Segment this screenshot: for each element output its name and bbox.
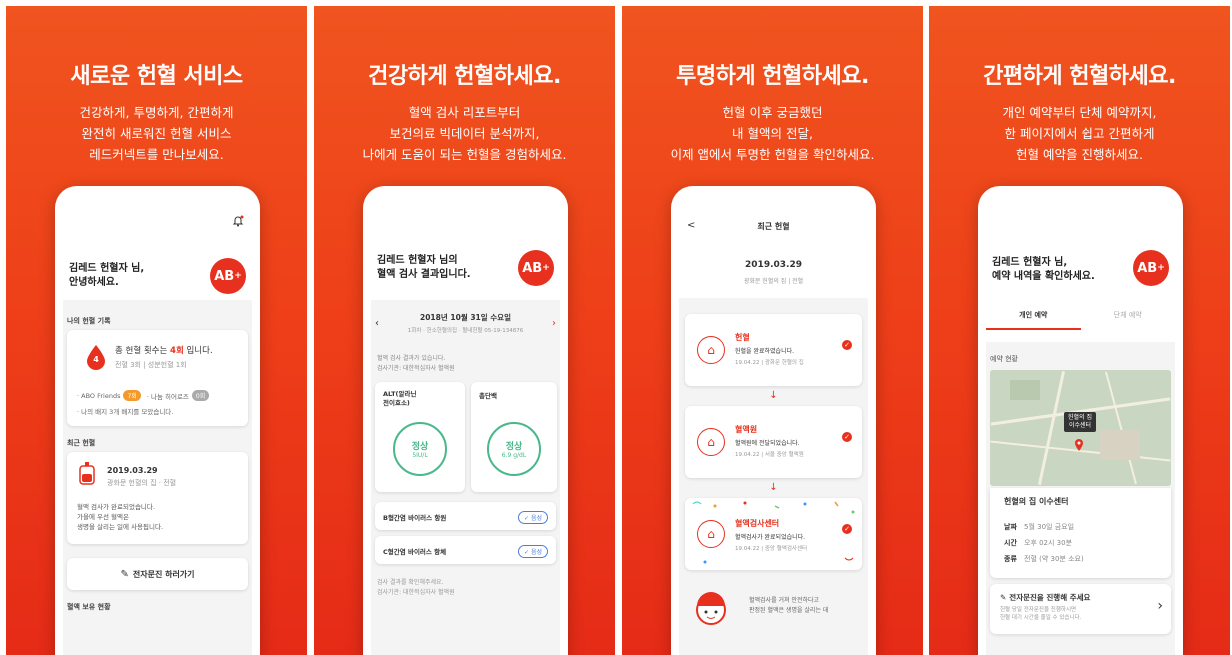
alt-result-ring: 정상 5IU/L <box>393 422 447 476</box>
greeting: 김레드 헌혈자 님의 혈액 검사 결과입니다. <box>377 255 471 280</box>
check-icon: ✓ <box>842 340 852 350</box>
phone-mockup: 김레드 헌혈자 님, 예약 내역을 확인하세요. AB + 개인 예약 단체 예약… <box>978 186 1183 655</box>
section-title: 나의 헌혈 기록 <box>67 317 111 325</box>
pencil-icon: ✎ <box>120 568 129 580</box>
phone-mockup: 김레드 헌혈자 님, 안녕하세요. AB + 나의 헌혈 기록 4 총 헌혈 횟수… <box>55 186 260 655</box>
map-view[interactable]: 헌혈의 집 이수센터 <box>990 370 1171 486</box>
greeting: 김레드 헌혈자 님, 예약 내역을 확인하세요. <box>992 257 1095 282</box>
arrow-down-icon: ↓ <box>769 390 778 401</box>
map-pin-label: 헌혈의 집 이수센터 <box>1064 412 1096 432</box>
e-questionnaire-button[interactable]: ✎ 전자문진 하러가기 <box>67 558 248 590</box>
panel-easy: 간편하게 헌혈하세요. 개인 예약부터 단체 예약까지, 한 페이지에서 쉽고 … <box>929 6 1230 655</box>
check-icon: ✓ <box>842 432 852 442</box>
test-result-screen: 김레드 헌혈자 님의 혈액 검사 결과입니다. AB + ‹ 2018년 10월 … <box>371 202 560 655</box>
tab-group[interactable]: 단체 예약 <box>1081 310 1176 320</box>
hepb-row[interactable]: B형간염 바이러스 항원 ✓ 음성 <box>375 502 556 530</box>
blood-bag-icon <box>77 462 97 486</box>
panel-subtitle: 건강하게, 투명하게, 간편하게 완전히 새로워진 헌혈 서비스 레드커넥트를 … <box>79 105 234 162</box>
protein-title: 총단백 <box>479 392 497 400</box>
result-note: 혈액 검사 결과가 있습니다. 검사기관: 대한적십자사 혈액원 <box>377 355 455 372</box>
panel-transparent: 투명하게 헌혈하세요. 헌혈 이후 궁금했던 내 혈액의 전달, 이제 앱에서 … <box>622 6 923 655</box>
alt-title: ALT(알라닌 전이효소) <box>383 390 417 407</box>
recent-card[interactable]: 2019.03.29 광화문 헌혈의 집 · 전혈 혈액 검사가 완료되었습니다… <box>67 452 248 544</box>
panel-headline: 간편하게 헌혈하세요. <box>983 64 1176 89</box>
tab-personal[interactable]: 개인 예약 <box>986 310 1081 330</box>
blood-type-badge: AB + <box>210 258 246 294</box>
alt-card[interactable]: ALT(알라닌 전이효소) 정상 5IU/L <box>375 382 465 492</box>
result-date-sub: 1회차 · 헌소헌혈의집 · 혈내헌혈 05-19-134876 <box>407 328 524 334</box>
panel-headline: 새로운 헌혈 서비스 <box>70 64 243 89</box>
center-name: 헌혈의 집 이수센터 <box>1004 497 1069 506</box>
donation-date: 2019.03.29 <box>745 260 802 270</box>
donation-place: 광화문 헌혈의 집 | 전혈 <box>743 278 804 285</box>
check-icon: ✓ <box>842 524 852 534</box>
record-card[interactable]: 4 총 헌혈 횟수는 4회 입니다. 전혈 3회 | 성분헌혈 1회 · ABO… <box>67 330 248 426</box>
blood-drop-icon: 4 <box>85 344 107 370</box>
chevron-right-icon[interactable]: › <box>1157 598 1163 614</box>
recent-desc: 혈액 검사가 완료되었습니다. 가을에 우선 혈액은 생명을 살리는 일에 사용… <box>77 503 164 531</box>
panel-new-service: 새로운 헌혈 서비스 건강하게, 투명하게, 간편하게 완전히 새로워진 헌혈 … <box>6 6 307 655</box>
recent-date: 2019.03.29 <box>107 466 158 475</box>
phone-mockup: < 최근 헌혈 2019.03.29 광화문 헌혈의 집 | 전혈 ⌂ 헌혈 헌… <box>671 186 876 655</box>
result-chip: ✓ 음성 <box>518 545 548 558</box>
blood-type-badge: AB + <box>518 250 554 286</box>
section-title: 예약 현황 <box>990 355 1018 363</box>
panel-healthy: 건강하게 헌혈하세요. 혈액 검사 리포트부터 보건의료 빅데이터 분석까지, … <box>314 6 615 655</box>
mascot-icon <box>689 586 733 630</box>
count-breakdown: 전혈 3회 | 성분헌혈 1회 <box>115 361 187 369</box>
pencil-icon: ✎ <box>1000 593 1007 602</box>
panel-headline: 투명하게 헌혈하세요. <box>676 64 869 89</box>
recent-donation-screen: < 최근 헌혈 2019.03.29 광화문 헌혈의 집 | 전혈 ⌂ 헌혈 헌… <box>679 202 868 655</box>
protein-card[interactable]: 총단백 정상 6.9 g/dL <box>471 382 557 492</box>
mascot-text: 혈액검사를 거쳐 안전하다고 판정된 혈액은 생명을 살리는 데 <box>749 597 829 614</box>
e-questionnaire-card[interactable]: ✎ 전자문진을 진행해 주세요 헌혈 당일 전자문진을 진행하시면 헌혈 대기 … <box>990 584 1171 634</box>
protein-result-ring: 정상 6.9 g/dL <box>487 422 541 476</box>
total-count-text: 총 헌혈 횟수는 4회 입니다. <box>115 346 213 356</box>
screen-title: 최근 헌혈 <box>757 222 790 231</box>
step-blood-center[interactable]: ⌂ 혈액원 혈액원에 전달되었습니다. 19.04.22 | 서울 중앙 혈액원… <box>685 406 862 478</box>
badge-line: · 나의 배지 3개 배지를 모았습니다. <box>77 408 174 416</box>
bell-icon[interactable] <box>232 212 244 227</box>
section-title: 최근 헌혈 <box>67 439 96 447</box>
home-screen: 김레드 헌혈자 님, 안녕하세요. AB + 나의 헌혈 기록 4 총 헌혈 횟수… <box>63 202 252 655</box>
map-pin-icon[interactable] <box>1074 436 1084 451</box>
house-icon: ⌂ <box>697 428 725 456</box>
panel-subtitle: 헌혈 이후 궁금했던 내 혈액의 전달, 이제 앱에서 투명한 헌혈을 확인하세… <box>670 105 875 162</box>
step-donation[interactable]: ⌂ 헌혈 헌혈을 완료하였습니다. 19.04.22 | 광화문 헌혈의 집 ✓ <box>685 314 862 386</box>
arrow-down-icon: ↓ <box>769 482 778 493</box>
phone-mockup: 김레드 헌혈자 님의 혈액 검사 결과입니다. AB + ‹ 2018년 10월 … <box>363 186 568 655</box>
reservation-detail[interactable]: 헌혈의 집 이수센터 날짜 5월 30일 금요일 시간 오후 02시 30분 종류 전… <box>990 488 1171 578</box>
hepc-row[interactable]: C형간염 바이러스 항체 ✓ 음성 <box>375 536 556 564</box>
panel-subtitle: 혈액 검사 리포트부터 보건의료 빅데이터 분석까지, 나에게 도움이 되는 헌… <box>362 105 567 162</box>
result-date: 2018년 10월 31일 수요일 <box>420 313 511 322</box>
house-icon: ⌂ <box>697 336 725 364</box>
house-icon: ⌂ <box>697 520 725 548</box>
step-test-center[interactable]: ⌂ 혈액검사센터 혈액검사가 완료되었습니다. 19.04.22 | 중앙 혈액… <box>685 498 862 570</box>
blood-type-badge: AB + <box>1133 250 1169 286</box>
result-footer: 검사 결과를 확인해주세요. 검사기관: 대한적십자사 혈액원 <box>377 579 455 596</box>
greeting: 김레드 헌혈자 님, 안녕하세요. <box>69 263 145 288</box>
panel-headline: 건강하게 헌혈하세요. <box>368 64 561 89</box>
panel-subtitle: 개인 예약부터 단체 예약까지, 한 페이지에서 쉽고 간편하게 헌혈 예약을 … <box>1002 105 1157 162</box>
section-title: 혈액 보유 현황 <box>67 603 111 611</box>
recent-place: 광화문 헌혈의 집 · 전혈 <box>107 479 177 487</box>
reservation-screen: 김레드 헌혈자 님, 예약 내역을 확인하세요. AB + 개인 예약 단체 예약… <box>986 202 1175 655</box>
date-selector: ‹ 2018년 10월 31일 수요일 1회차 · 헌소헌혈의집 · 혈내헌혈 … <box>371 306 560 346</box>
result-chip: ✓ 음성 <box>518 511 548 524</box>
app-store-screens: 새로운 헌혈 서비스 건강하게, 투명하게, 간편하게 완전히 새로워진 헌혈 … <box>0 0 1232 655</box>
friends-row: · ABO Friends 7회 · 나눔 히어로즈 0회 <box>77 390 210 401</box>
chevron-right-icon[interactable]: › <box>552 318 556 329</box>
